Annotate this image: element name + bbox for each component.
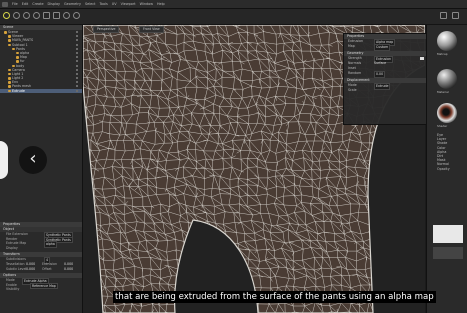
right-row[interactable]: Opacity <box>429 167 466 171</box>
menu-item-window[interactable]: Window <box>140 2 153 6</box>
matcap-sphere-2[interactable] <box>437 69 457 89</box>
scene-tree: Scene Viewer MAYA_PANTS Subtool 1 Pants alpha… <box>0 30 82 93</box>
alpha-preview-thumbnail[interactable] <box>433 225 463 243</box>
float-key: Map <box>348 44 355 48</box>
toolbar <box>0 9 467 25</box>
scale-tool-icon[interactable] <box>33 12 40 19</box>
brush-preview-thumbnail[interactable] <box>433 247 463 259</box>
float-row: Scale <box>344 88 428 93</box>
menu-item-select[interactable]: Select <box>85 2 95 6</box>
folder-icon <box>4 31 7 34</box>
view-tool-icon[interactable] <box>440 12 447 19</box>
float-value[interactable]: 0.00 <box>374 71 386 78</box>
folder-icon <box>8 77 11 80</box>
menu-item-create[interactable]: Create <box>32 2 43 6</box>
option-key: Visibility <box>6 287 20 292</box>
visibility-icon[interactable] <box>76 89 78 92</box>
menu-item-help[interactable]: Help <box>157 2 165 6</box>
visibility-icon[interactable] <box>76 77 78 80</box>
visibility-icon[interactable] <box>76 51 78 54</box>
float-row: Random 0.00 <box>344 71 428 78</box>
move-tool-icon[interactable] <box>13 12 20 19</box>
visibility-icon[interactable] <box>76 64 78 67</box>
folder-icon <box>8 39 11 42</box>
menu-item-viewport[interactable]: Viewport <box>121 2 136 6</box>
settings-tool-icon[interactable] <box>452 12 459 19</box>
visibility-icon[interactable] <box>76 81 78 84</box>
brush-tool-icon[interactable] <box>43 12 50 19</box>
tab-front-view[interactable]: Front View <box>139 26 164 33</box>
menu-item-edit[interactable]: Edit <box>22 2 29 6</box>
float-row: Map Custom <box>344 44 428 51</box>
transform-key-2: Offset <box>42 266 52 271</box>
float-key: Scale <box>348 88 357 92</box>
menu-item-uv[interactable]: UV <box>112 2 117 6</box>
rotate-tool-icon[interactable] <box>23 12 30 19</box>
transform-value[interactable]: 0.000 <box>26 267 35 272</box>
option-row: Visibility <box>0 287 82 292</box>
transform-value-2[interactable]: 0.000 <box>64 267 73 272</box>
visibility-icon[interactable] <box>76 47 78 50</box>
menu-item-file[interactable]: File <box>12 2 18 6</box>
right-label: Matcap <box>437 52 448 56</box>
tab-perspective[interactable]: Perspective <box>93 26 120 33</box>
video-subtitle: that are being extruded from the surface… <box>113 291 436 303</box>
tree-item[interactable]: Extrude <box>0 88 82 93</box>
color-swatch[interactable] <box>420 57 424 60</box>
folder-icon <box>8 81 11 84</box>
folder-icon <box>12 64 15 67</box>
tree-item-label: Extrude <box>12 88 25 93</box>
visibility-icon[interactable] <box>76 60 78 63</box>
app-logo-icon <box>2 2 8 7</box>
folder-icon <box>8 35 11 38</box>
folder-icon <box>16 60 19 63</box>
previous-arrow-icon[interactable]: ‹ <box>19 146 47 174</box>
folder-icon <box>8 68 11 72</box>
folder-icon <box>8 43 11 47</box>
visibility-icon[interactable] <box>76 56 78 59</box>
visibility-icon[interactable] <box>76 85 78 88</box>
transform-key: Subdiv Level <box>6 266 27 271</box>
lasso-tool-icon[interactable] <box>53 12 60 19</box>
folder-icon <box>8 85 11 88</box>
prop-key: Display <box>6 245 18 250</box>
float-value[interactable]: Custom <box>374 44 391 51</box>
transform-row: Subdiv Level 0.000 Offset 0.000 <box>0 267 82 272</box>
eye-sphere[interactable] <box>437 103 457 123</box>
folder-icon <box>16 51 19 55</box>
floating-properties-panel: Properties Extrusion Alpha map Map Custo… <box>343 33 429 125</box>
right-label: Shader <box>437 124 448 128</box>
prop-row: Display <box>0 246 82 251</box>
folder-icon <box>12 47 15 51</box>
menu-item-geometry[interactable]: Geometry <box>64 2 81 6</box>
right-label: Material <box>437 90 449 94</box>
visibility-icon[interactable] <box>76 43 78 46</box>
menu-item-display[interactable]: Display <box>48 2 61 6</box>
visibility-icon[interactable] <box>76 35 78 38</box>
visibility-icon[interactable] <box>76 72 78 75</box>
visibility-icon[interactable] <box>76 31 78 33</box>
folder-icon <box>8 72 11 76</box>
visibility-icon[interactable] <box>76 68 78 71</box>
video-side-handle[interactable] <box>0 141 8 179</box>
select-tool-icon[interactable] <box>3 12 10 19</box>
float-key: Random <box>348 71 362 75</box>
paint-tool-icon[interactable] <box>63 12 70 19</box>
mask-tool-icon[interactable] <box>73 12 80 19</box>
right-panel: Matcap Material Shader Eye Layer Shade C… <box>426 25 467 313</box>
menu-bar: File Edit Create Display Geometry Select… <box>0 0 467 9</box>
menu-item-tools[interactable]: Tools <box>99 2 107 6</box>
folder-icon <box>16 56 19 59</box>
visibility-icon[interactable] <box>76 39 78 42</box>
folder-icon <box>8 89 11 93</box>
matcap-sphere-1[interactable] <box>437 31 457 51</box>
